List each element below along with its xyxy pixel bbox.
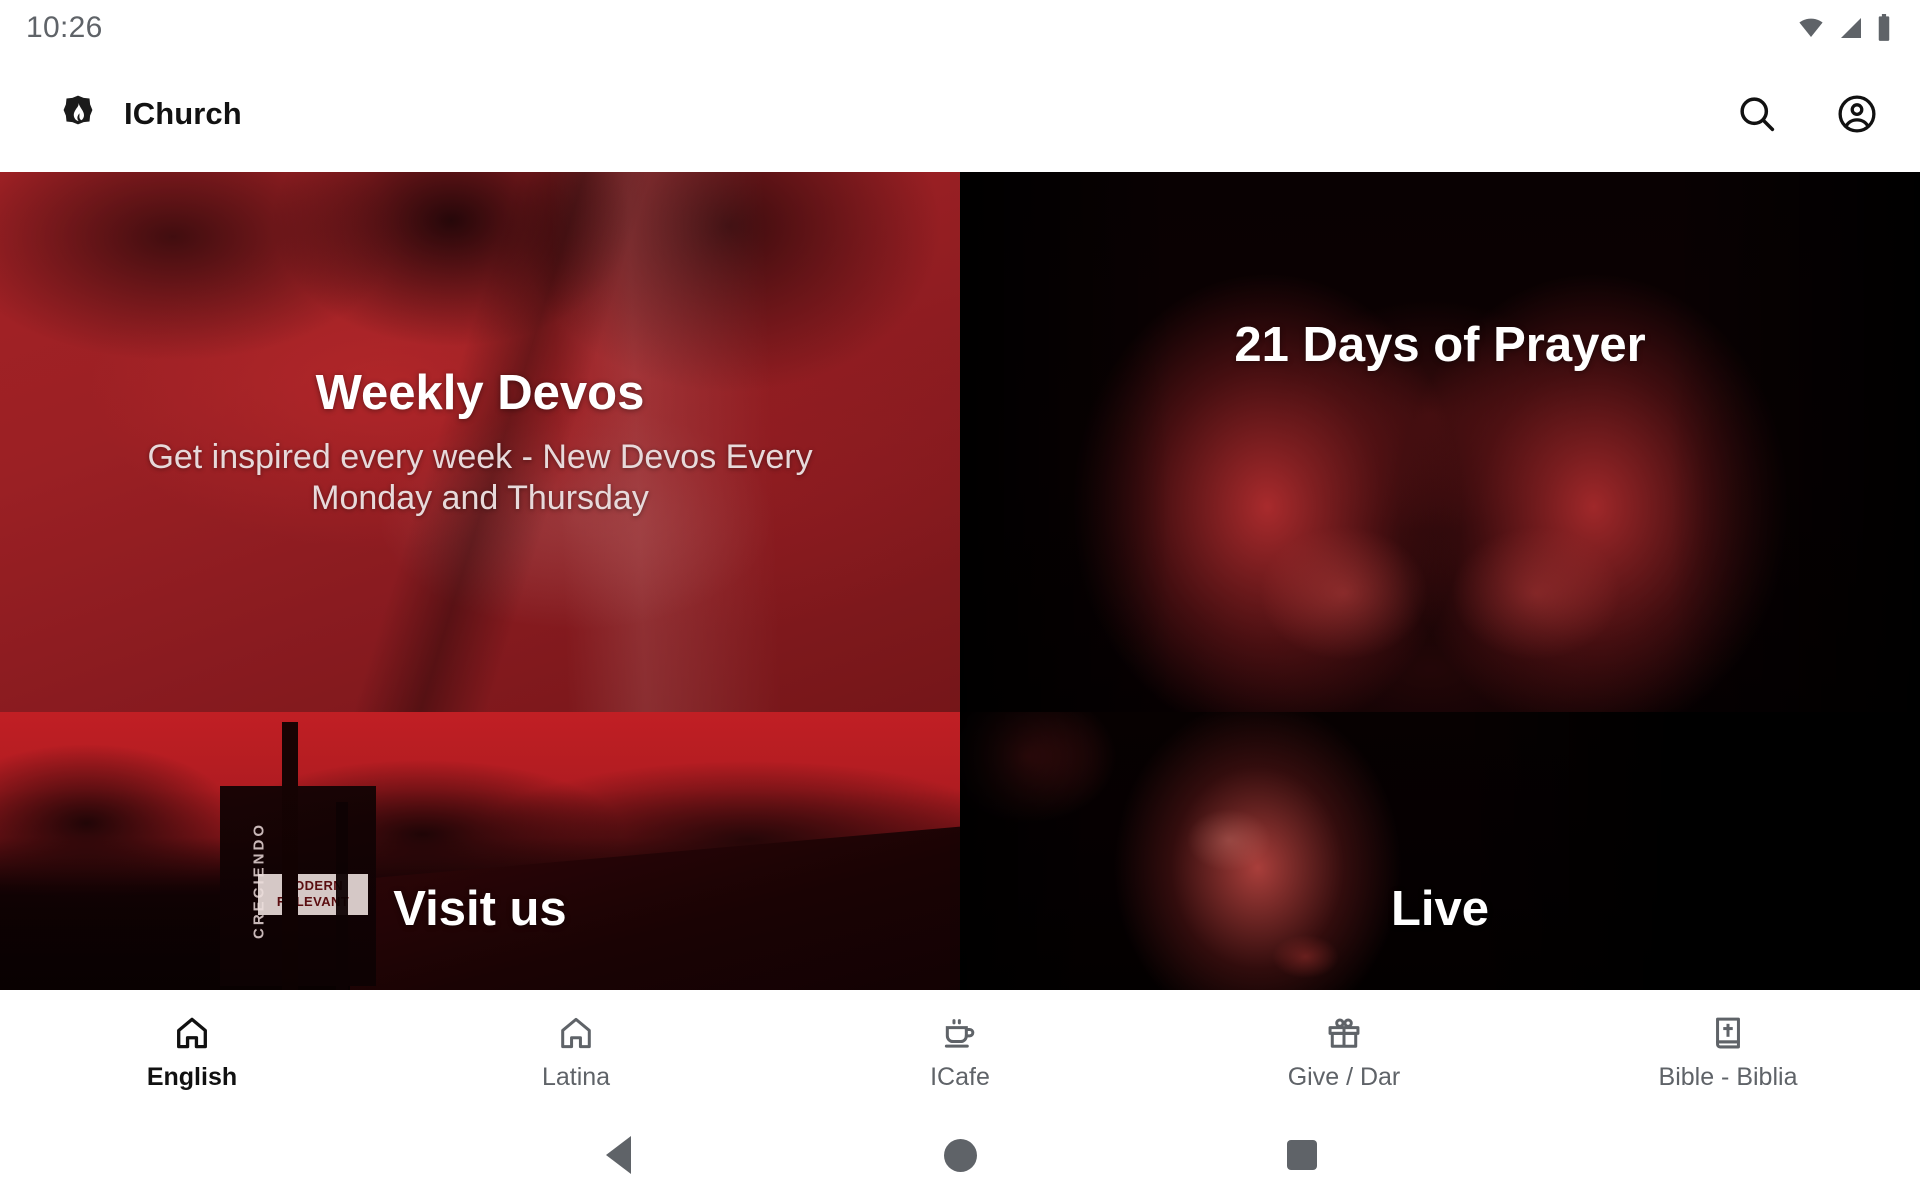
android-system-navigation: [0, 1110, 1920, 1200]
card-subtitle: Get inspired every week - New Devos Ever…: [147, 437, 813, 518]
nav-item-bible-biblia[interactable]: Bible - Biblia: [1536, 1010, 1920, 1090]
status-bar: 10:26: [0, 0, 1920, 56]
nav-item-icafe[interactable]: ICafe: [768, 1010, 1152, 1090]
nav-item-latina[interactable]: Latina: [384, 1010, 768, 1090]
cellular-signal-icon: [1838, 16, 1864, 40]
home-button[interactable]: [912, 1119, 1008, 1191]
card-visit-us-image: CRECIENDO MODERN RELEVANT: [0, 712, 960, 990]
bible-book-icon: [1709, 1014, 1747, 1052]
card-live[interactable]: Live: [960, 712, 1920, 990]
gift-icon: [1325, 1014, 1363, 1052]
nav-label: Bible - Biblia: [1658, 1063, 1798, 1091]
brand: IChurch: [58, 94, 242, 134]
church-flame-logo-icon: [58, 94, 98, 134]
card-visit-us-text: Visit us: [0, 882, 960, 937]
nav-label: English: [146, 1063, 238, 1091]
app-screen: 10:26 IChurch Weekly Devos Get inspired …: [0, 0, 1920, 1200]
search-icon: [1735, 92, 1779, 136]
status-bar-icons: [1796, 14, 1892, 42]
card-title: Live: [1390, 882, 1490, 936]
back-button[interactable]: [570, 1119, 666, 1191]
app-bar-actions: [1728, 85, 1886, 143]
wifi-icon: [1796, 16, 1826, 40]
triangle-back-icon: [605, 1136, 631, 1174]
card-21-days-of-prayer[interactable]: 21 Days of Prayer: [960, 172, 1920, 712]
search-button[interactable]: [1728, 85, 1786, 143]
nav-item-english[interactable]: English: [0, 1010, 384, 1090]
recents-button[interactable]: [1254, 1119, 1350, 1191]
app-bar: IChurch: [0, 56, 1920, 172]
card-weekly-devos[interactable]: Weekly Devos Get inspired every week - N…: [0, 172, 960, 712]
coffee-cup-icon: [941, 1014, 979, 1052]
status-bar-clock: 10:26: [26, 11, 103, 44]
nav-label: ICafe: [930, 1063, 990, 1091]
circle-home-icon: [943, 1138, 977, 1172]
account-circle-icon: [1835, 92, 1879, 136]
home-icon: [557, 1014, 595, 1052]
card-grid: Weekly Devos Get inspired every week - N…: [0, 172, 1920, 990]
card-live-text: Live: [960, 882, 1920, 937]
bottom-navigation: English Latina ICafe Give / Dar Bible - …: [0, 990, 1920, 1110]
nav-label: Give / Dar: [1287, 1063, 1401, 1091]
card-21-days-of-prayer-text: 21 Days of Prayer: [960, 318, 1920, 373]
card-title: Visit us: [393, 882, 567, 936]
app-title: IChurch: [124, 96, 242, 131]
battery-icon: [1876, 14, 1892, 42]
account-button[interactable]: [1828, 85, 1886, 143]
nav-item-give-dar[interactable]: Give / Dar: [1152, 1010, 1536, 1090]
card-title: 21 Days of Prayer: [1234, 318, 1646, 372]
card-visit-us[interactable]: CRECIENDO MODERN RELEVANT Visit us: [0, 712, 960, 990]
card-title: Weekly Devos: [315, 366, 645, 420]
card-21-days-of-prayer-image: [960, 172, 1920, 712]
card-weekly-devos-text: Weekly Devos Get inspired every week - N…: [0, 366, 960, 520]
card-live-image: [960, 712, 1920, 990]
square-recents-icon: [1287, 1140, 1317, 1170]
nav-label: Latina: [541, 1063, 611, 1091]
home-icon: [173, 1014, 211, 1052]
